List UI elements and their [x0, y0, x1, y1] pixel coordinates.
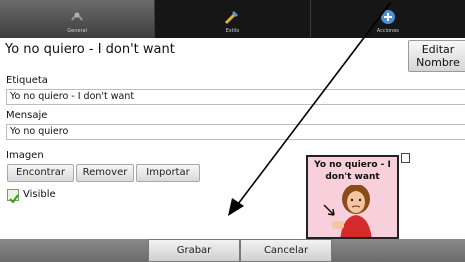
- annotation-arrow-icon: [228, 1, 392, 216]
- save-button[interactable]: Grabar: [148, 239, 240, 262]
- cancel-button[interactable]: Cancelar: [240, 239, 332, 262]
